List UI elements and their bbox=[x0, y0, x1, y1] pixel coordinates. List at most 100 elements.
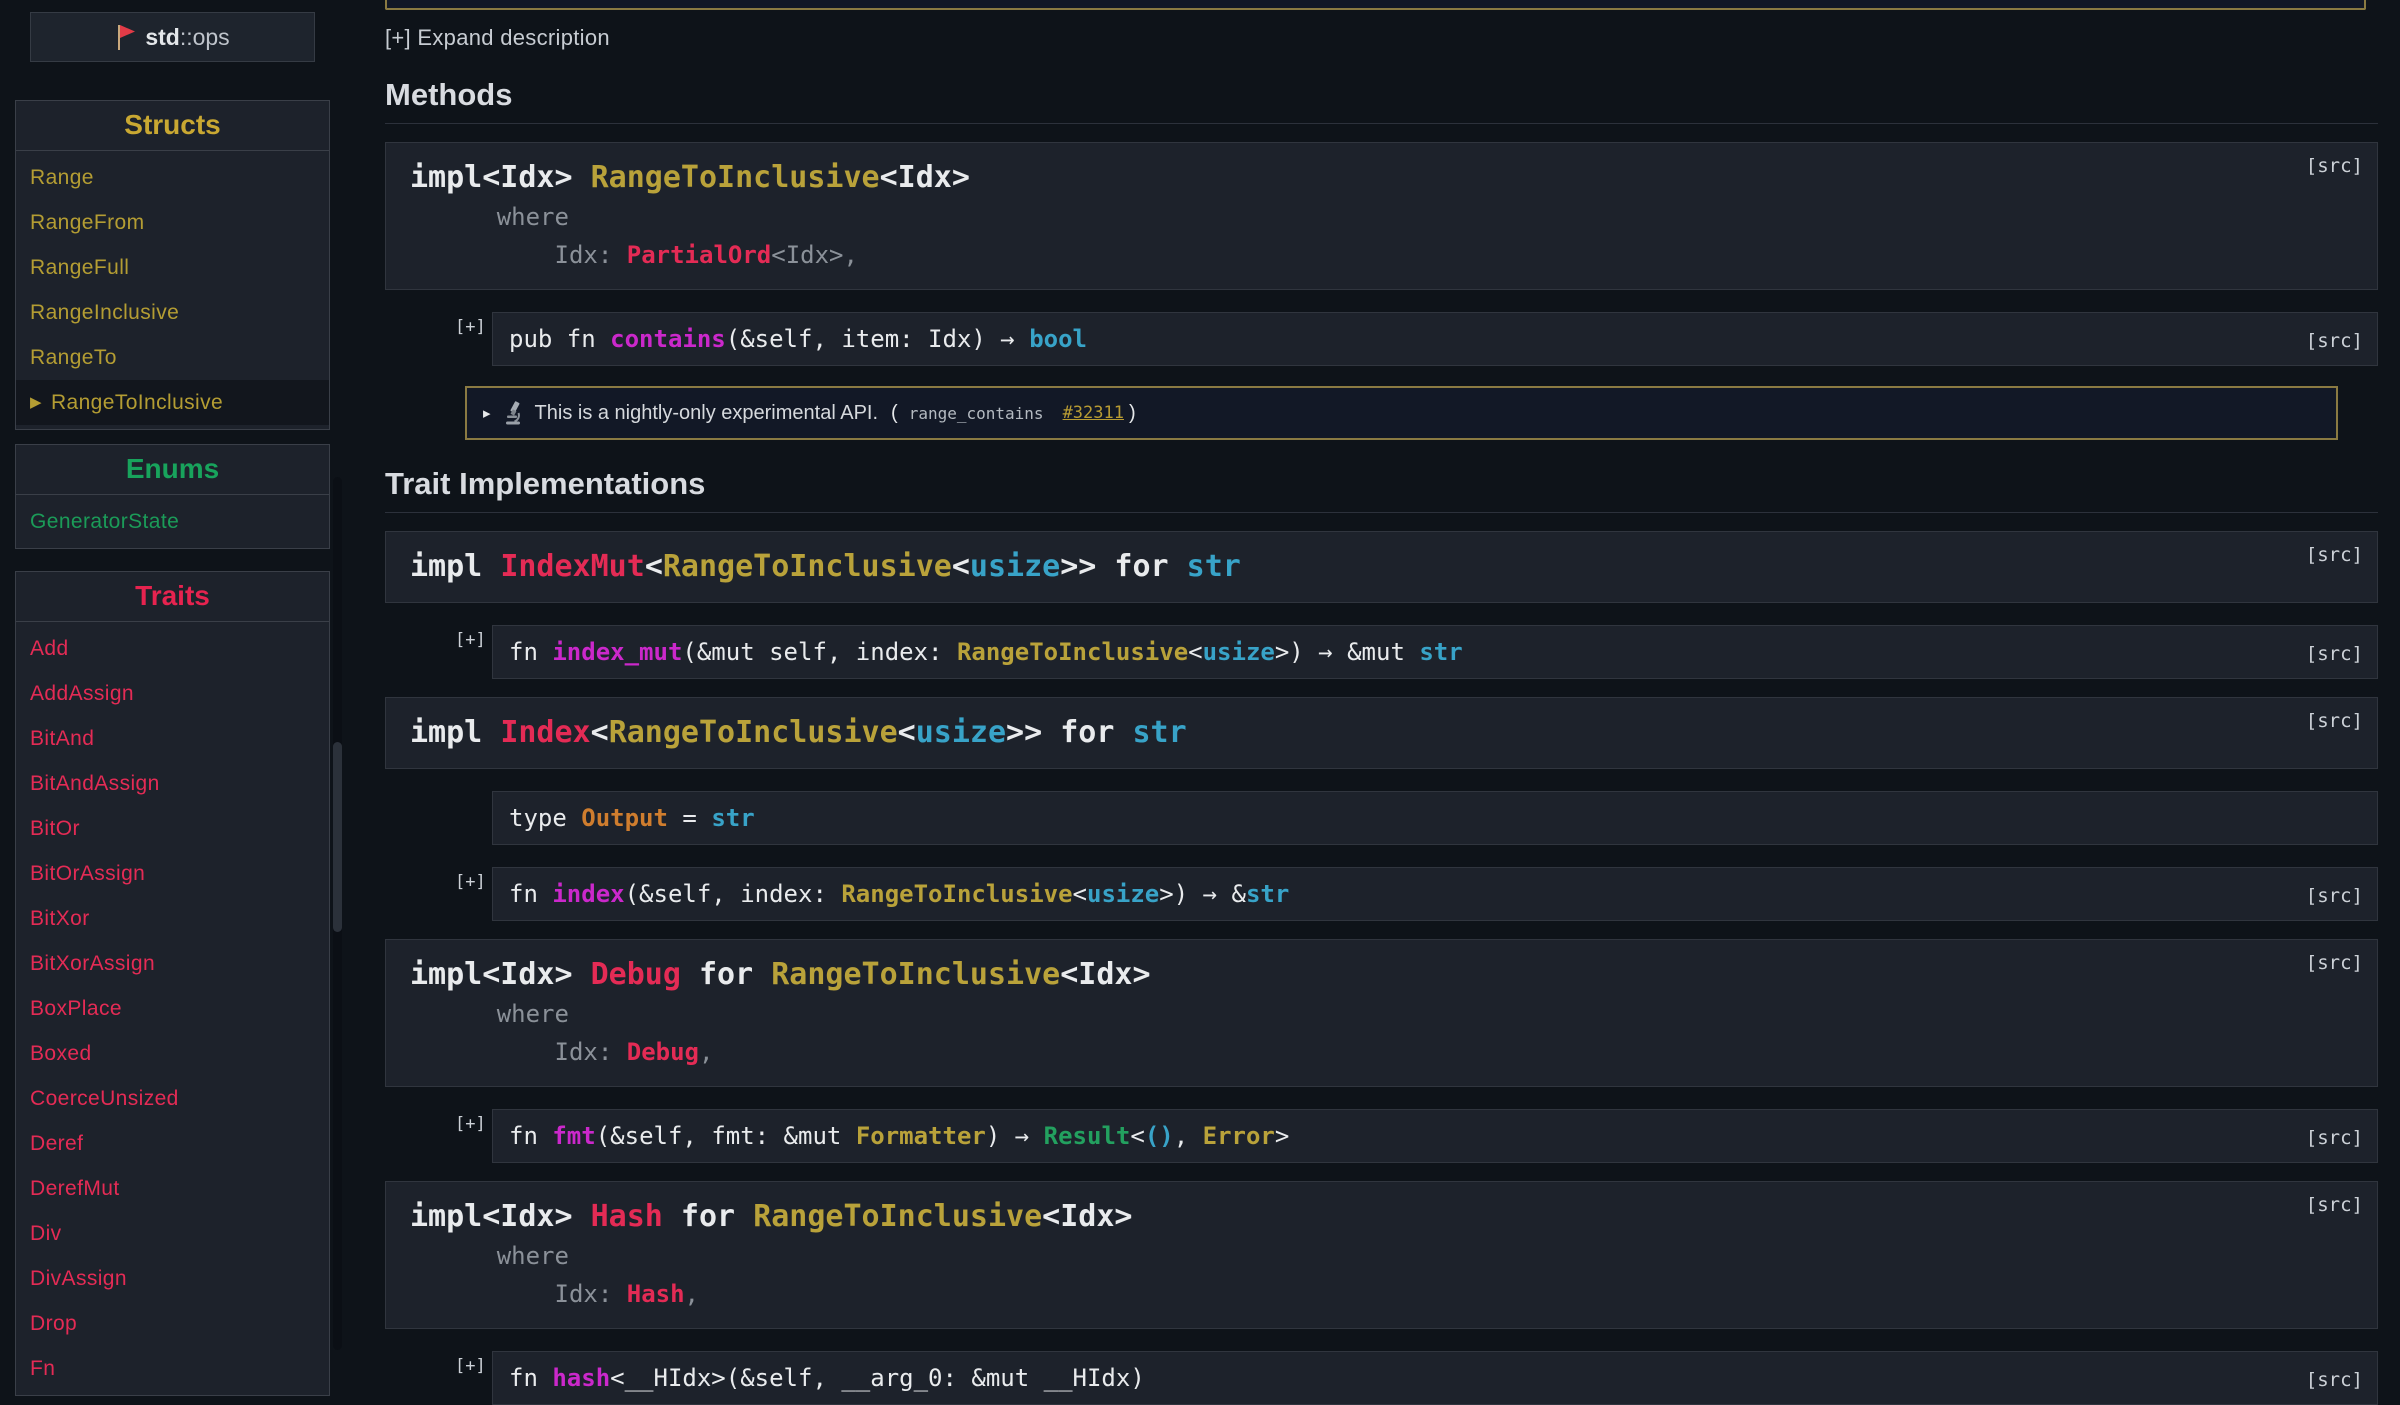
sidebar-item-fn[interactable]: Fn bbox=[16, 1346, 329, 1391]
code-link[interactable]: index bbox=[552, 880, 624, 908]
sidebar-section-title: Structs bbox=[16, 101, 329, 151]
code-link[interactable]: Output bbox=[581, 804, 668, 832]
sidebar-item-bitandassign[interactable]: BitAndAssign bbox=[16, 761, 329, 806]
src-link[interactable]: [src] bbox=[2306, 640, 2363, 668]
sidebar-section-title: Traits bbox=[16, 572, 329, 622]
crumb-module: std bbox=[145, 23, 180, 50]
src-link[interactable]: [src] bbox=[2306, 952, 2363, 974]
code-text: for bbox=[1060, 715, 1133, 750]
sidebar-item-drop[interactable]: Drop bbox=[16, 1301, 329, 1346]
sidebar-item-bitxorassign[interactable]: BitXorAssign bbox=[16, 941, 329, 986]
src-link[interactable]: [src] bbox=[2306, 327, 2363, 355]
code-link[interactable]: fmt bbox=[552, 1122, 595, 1150]
impl-code-line: impl<Idx> Hash for RangeToInclusive<Idx> bbox=[410, 1197, 2353, 1237]
code-text: < bbox=[1188, 638, 1203, 666]
sidebar-item-divassign[interactable]: DivAssign bbox=[16, 1256, 329, 1301]
sidebar-item-label: DivAssign bbox=[30, 1267, 127, 1290]
sidebar-item-deref[interactable]: Deref bbox=[16, 1121, 329, 1166]
code-link[interactable]: Formatter bbox=[856, 1122, 986, 1150]
code-link[interactable]: usize bbox=[1087, 880, 1159, 908]
impl-code-line: impl<Idx> Debug for RangeToInclusive<Idx… bbox=[410, 955, 2353, 995]
sidebar-item-range[interactable]: Range bbox=[16, 155, 329, 200]
sidebar-item-derefmut[interactable]: DerefMut bbox=[16, 1166, 329, 1211]
code-link[interactable]: RangeToInclusive bbox=[663, 549, 952, 584]
code-link[interactable]: str bbox=[1187, 549, 1241, 584]
src-link[interactable]: [src] bbox=[2306, 882, 2363, 910]
sidebar-item-boxed[interactable]: Boxed bbox=[16, 1031, 329, 1076]
code-link[interactable]: Debug bbox=[627, 1038, 699, 1066]
sidebar-item-bitorassign[interactable]: BitOrAssign bbox=[16, 851, 329, 896]
expand-toggle[interactable]: [+] bbox=[455, 626, 486, 654]
code-link[interactable]: RangeToInclusive bbox=[609, 715, 898, 750]
expand-toggle[interactable]: [+] bbox=[455, 1110, 486, 1138]
code-link[interactable]: index_mut bbox=[552, 638, 682, 666]
code-link[interactable]: IndexMut bbox=[500, 549, 645, 584]
code-link[interactable]: Hash bbox=[591, 1199, 663, 1234]
code-text: for bbox=[680, 957, 772, 992]
src-link[interactable]: [src] bbox=[2306, 1124, 2363, 1152]
sidebar-item-label: BitAnd bbox=[30, 727, 95, 750]
src-link[interactable]: [src] bbox=[2306, 1194, 2363, 1216]
sidebar-item-add[interactable]: Add bbox=[16, 626, 329, 671]
impl-block: impl<Idx> RangeToInclusive<Idx> where Id… bbox=[385, 142, 2378, 290]
sidebar-item-label: RangeFrom bbox=[30, 211, 145, 234]
code-link[interactable]: str bbox=[1132, 715, 1186, 750]
sidebar-scrollbar-thumb[interactable] bbox=[333, 742, 342, 932]
sidebar-item-div[interactable]: Div bbox=[16, 1211, 329, 1256]
code-link[interactable]: usize bbox=[916, 715, 1006, 750]
code-text: < bbox=[590, 715, 609, 750]
breadcrumb[interactable]: std::ops bbox=[30, 12, 315, 62]
section-heading: Methods bbox=[385, 77, 2378, 124]
code-link[interactable]: usize bbox=[970, 549, 1060, 584]
code-link[interactable]: Debug bbox=[591, 957, 681, 992]
sidebar-item-addassign[interactable]: AddAssign bbox=[16, 671, 329, 716]
code-link[interactable]: str bbox=[1246, 880, 1289, 908]
sidebar-item-bitand[interactable]: BitAnd bbox=[16, 716, 329, 761]
expand-toggle[interactable]: [+] bbox=[455, 868, 486, 896]
src-link[interactable]: [src] bbox=[2306, 1366, 2363, 1394]
expand-description-toggle[interactable]: [+] Expand description bbox=[385, 25, 610, 51]
src-link[interactable]: [src] bbox=[2306, 544, 2363, 566]
sidebar-item-bitxor[interactable]: BitXor bbox=[16, 896, 329, 941]
sidebar-item-rangetoinclusive[interactable]: ▶ RangeToInclusive bbox=[16, 380, 329, 425]
note-issue-link[interactable]: #32311 bbox=[1063, 403, 1124, 423]
code-text: < bbox=[897, 715, 916, 750]
code-link[interactable]: Error bbox=[1203, 1122, 1275, 1150]
code-link[interactable]: Index bbox=[500, 715, 590, 750]
code-text: pub fn bbox=[509, 325, 611, 353]
sidebar-item-rangefrom[interactable]: RangeFrom bbox=[16, 200, 329, 245]
code-text: , bbox=[699, 1038, 714, 1066]
code-link[interactable]: Result bbox=[1044, 1122, 1131, 1150]
note-expand-arrow-icon[interactable]: ▸ bbox=[483, 404, 491, 422]
sidebar-item-rangefull[interactable]: RangeFull bbox=[16, 245, 329, 290]
sidebar-item-bitor[interactable]: BitOr bbox=[16, 806, 329, 851]
code-link[interactable]: bool bbox=[1029, 325, 1087, 353]
expand-toggle[interactable]: [+] bbox=[455, 313, 486, 341]
src-link[interactable]: [src] bbox=[2306, 155, 2363, 177]
sidebar-item-boxplace[interactable]: BoxPlace bbox=[16, 986, 329, 1031]
sidebar-item-rangeto[interactable]: RangeTo bbox=[16, 335, 329, 380]
code-link[interactable]: str bbox=[711, 804, 754, 832]
code-link[interactable]: () bbox=[1145, 1122, 1174, 1150]
code-link[interactable]: hash bbox=[552, 1364, 610, 1392]
sidebar-item-coerceunsized[interactable]: CoerceUnsized bbox=[16, 1076, 329, 1121]
code-link[interactable]: RangeToInclusive bbox=[591, 160, 880, 195]
code-link[interactable]: PartialOrd bbox=[627, 241, 772, 269]
expand-toggle[interactable]: [+] bbox=[455, 1352, 486, 1380]
code-link[interactable]: Hash bbox=[627, 1280, 685, 1308]
sidebar-item-rangeinclusive[interactable]: RangeInclusive bbox=[16, 290, 329, 335]
code-link[interactable]: RangeToInclusive bbox=[957, 638, 1188, 666]
code-link[interactable]: RangeToInclusive bbox=[771, 957, 1060, 992]
sidebar-item-label: AddAssign bbox=[30, 682, 134, 705]
code-link[interactable]: contains bbox=[610, 325, 726, 353]
sidebar-item-generatorstate[interactable]: GeneratorState bbox=[16, 499, 329, 544]
impl-block: impl IndexMut<RangeToInclusive<usize>> f… bbox=[385, 531, 2378, 603]
code-link[interactable]: usize bbox=[1203, 638, 1275, 666]
main-content: [+] Expand description Methods impl<Idx> … bbox=[385, 0, 2378, 1405]
code-text: >> bbox=[1060, 549, 1115, 584]
src-link[interactable]: [src] bbox=[2306, 710, 2363, 732]
code-link[interactable]: RangeToInclusive bbox=[753, 1199, 1042, 1234]
code-link[interactable]: RangeToInclusive bbox=[841, 880, 1072, 908]
code-link[interactable]: str bbox=[1419, 638, 1462, 666]
sidebar-item-label: GeneratorState bbox=[30, 510, 180, 533]
